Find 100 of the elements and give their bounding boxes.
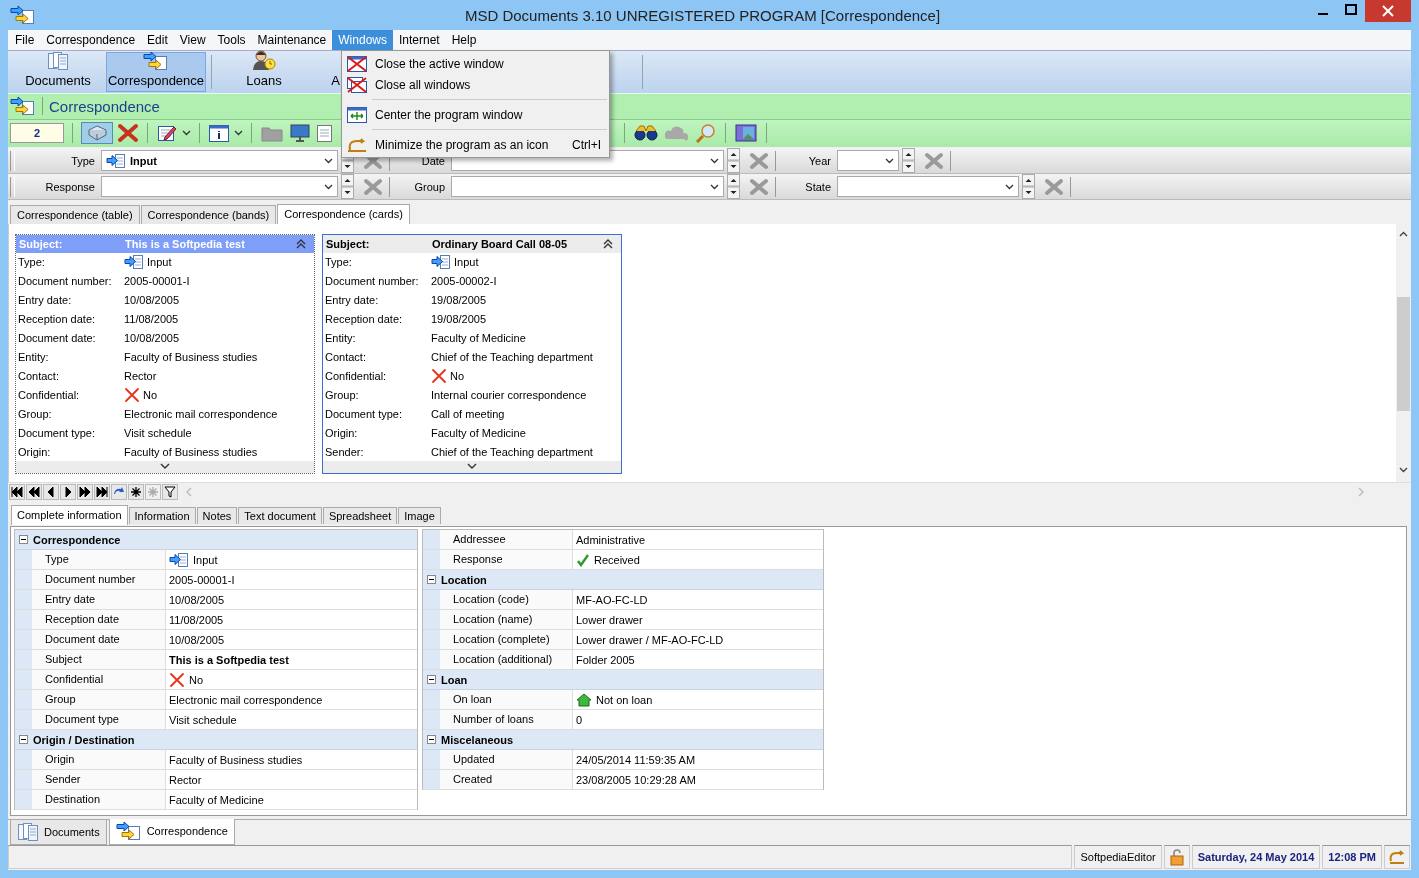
record-count-field[interactable]: 2 <box>10 123 64 143</box>
info-icon[interactable] <box>208 123 230 143</box>
caret-icon[interactable] <box>710 183 719 190</box>
caret-icon[interactable] <box>1005 183 1014 190</box>
expander-icon[interactable] <box>19 735 28 744</box>
field-value: Chief of the Teaching department <box>431 445 593 458</box>
expander-icon[interactable] <box>427 575 436 584</box>
document-tab[interactable]: Correspondence <box>108 819 235 845</box>
padlock-icon[interactable] <box>1169 848 1184 866</box>
property-value: Received <box>594 553 640 566</box>
toolbar-button[interactable]: Correspondence <box>106 52 206 92</box>
expander-icon[interactable] <box>427 675 436 684</box>
caret-icon[interactable] <box>324 157 333 164</box>
property-label: Origin <box>32 750 166 769</box>
note-icon[interactable] <box>316 123 334 143</box>
delete-icon[interactable] <box>117 123 139 143</box>
dropdown-field[interactable] <box>451 176 724 197</box>
caret-icon[interactable] <box>324 183 333 190</box>
detail-tab[interactable]: Information <box>128 507 196 524</box>
record-card[interactable] <box>322 234 622 474</box>
toolbar-button[interactable]: A <box>311 52 341 92</box>
magnifier-icon[interactable] <box>695 123 717 143</box>
property-label: Addressee <box>440 530 573 549</box>
property-value: 23/08/2005 10:29:28 AM <box>576 773 696 786</box>
record-card[interactable] <box>15 234 315 474</box>
view-tab[interactable]: Correspondence (bands) <box>140 205 277 224</box>
next-page-icon[interactable] <box>77 483 93 500</box>
expander-icon[interactable] <box>19 535 28 544</box>
caret-icon[interactable] <box>710 157 719 164</box>
menu-item[interactable]: File <box>9 30 41 50</box>
property-value: Folder 2005 <box>576 653 635 666</box>
property-label: Location (complete) <box>440 630 573 649</box>
field-value: Faculty of Medicine <box>431 332 526 345</box>
last-record-icon[interactable] <box>94 483 110 500</box>
menu-item[interactable]: Tools <box>211 30 252 50</box>
caret-icon[interactable] <box>885 157 894 164</box>
dropdown-field[interactable]: Input <box>101 150 338 171</box>
filter-label: State <box>804 180 832 193</box>
property-label: Group <box>32 690 166 709</box>
spin-buttons[interactable] <box>341 174 354 199</box>
menu-item[interactable]: Close all windows <box>342 74 609 95</box>
property-value: 2005-00001-I <box>169 573 235 586</box>
menu-item[interactable]: Edit <box>141 30 174 50</box>
dropdown-field[interactable] <box>101 176 338 197</box>
document-tab[interactable]: Documents <box>10 820 107 845</box>
field-value: Internal courier correspondence <box>431 388 587 401</box>
menu-item[interactable]: Maintenance <box>251 30 333 50</box>
caret-icon[interactable] <box>234 130 243 136</box>
detail-tab[interactable]: Image <box>398 507 441 524</box>
property-label: Entry date <box>32 590 166 609</box>
menu-item[interactable]: View <box>173 30 212 50</box>
detail-tab[interactable]: Complete information <box>11 505 128 525</box>
caret-icon[interactable] <box>182 130 191 136</box>
toolbar-button[interactable]: Loans <box>217 52 311 92</box>
detail-tab[interactable]: Spreadsheet <box>322 507 398 524</box>
field-label: Document date: <box>18 332 97 345</box>
subject-label: Subject: <box>326 237 371 250</box>
spin-buttons[interactable] <box>1022 174 1035 199</box>
field-label: Type: <box>18 256 46 269</box>
spin-buttons[interactable] <box>902 148 915 173</box>
section-title: Origin / Destination <box>33 733 135 746</box>
dropdown-field[interactable] <box>837 150 899 171</box>
double-chevron-icon[interactable] <box>603 238 613 249</box>
menu-item[interactable]: Center the program window <box>342 104 609 125</box>
double-chevron-icon[interactable] <box>296 238 306 249</box>
field-label: Entry date: <box>325 294 380 307</box>
property-value: Not on loan <box>596 693 653 706</box>
view-tab[interactable]: Correspondence (cards) <box>277 204 410 225</box>
close-icon[interactable] <box>1365 0 1411 22</box>
previous-record-icon[interactable] <box>43 483 59 500</box>
field-label: Origin: <box>18 445 52 458</box>
vertical-scrollbar[interactable] <box>1396 224 1411 482</box>
menu-item[interactable]: Correspondence <box>40 30 142 50</box>
binoculars-icon[interactable] <box>633 123 659 143</box>
filter-icon[interactable] <box>162 483 178 500</box>
spin-buttons[interactable] <box>727 148 740 173</box>
edit-icon[interactable] <box>156 123 178 143</box>
spin-buttons[interactable] <box>727 174 740 199</box>
minimize-to-tray-icon[interactable] <box>1388 849 1406 865</box>
refresh-icon[interactable] <box>111 483 127 500</box>
field-label: Document type: <box>325 407 404 420</box>
view-tab[interactable]: Correspondence (table) <box>10 205 140 224</box>
toolbar-button[interactable]: Documents <box>10 52 106 92</box>
first-record-icon[interactable] <box>9 483 25 500</box>
dropdown-field[interactable] <box>837 176 1019 197</box>
expander-icon[interactable] <box>427 735 436 744</box>
asterisk-icon[interactable] <box>128 483 144 500</box>
detail-tab[interactable]: Notes <box>196 507 238 524</box>
close-window-icon <box>346 54 368 73</box>
previous-page-icon[interactable] <box>26 483 42 500</box>
detail-tab[interactable]: Text document <box>238 507 322 524</box>
field-label: Group: <box>18 407 53 420</box>
menu-item[interactable]: Help <box>445 30 483 50</box>
field-label: Confidential: <box>18 388 81 401</box>
menu-item[interactable]: Close the active window <box>342 53 609 74</box>
menu-item[interactable]: Minimize the program as an icon Ctrl+I <box>342 134 609 155</box>
monitor-icon[interactable] <box>288 123 312 143</box>
next-record-icon[interactable] <box>60 483 76 500</box>
menu-item[interactable]: Internet <box>393 30 446 50</box>
cross-icon <box>169 671 185 688</box>
